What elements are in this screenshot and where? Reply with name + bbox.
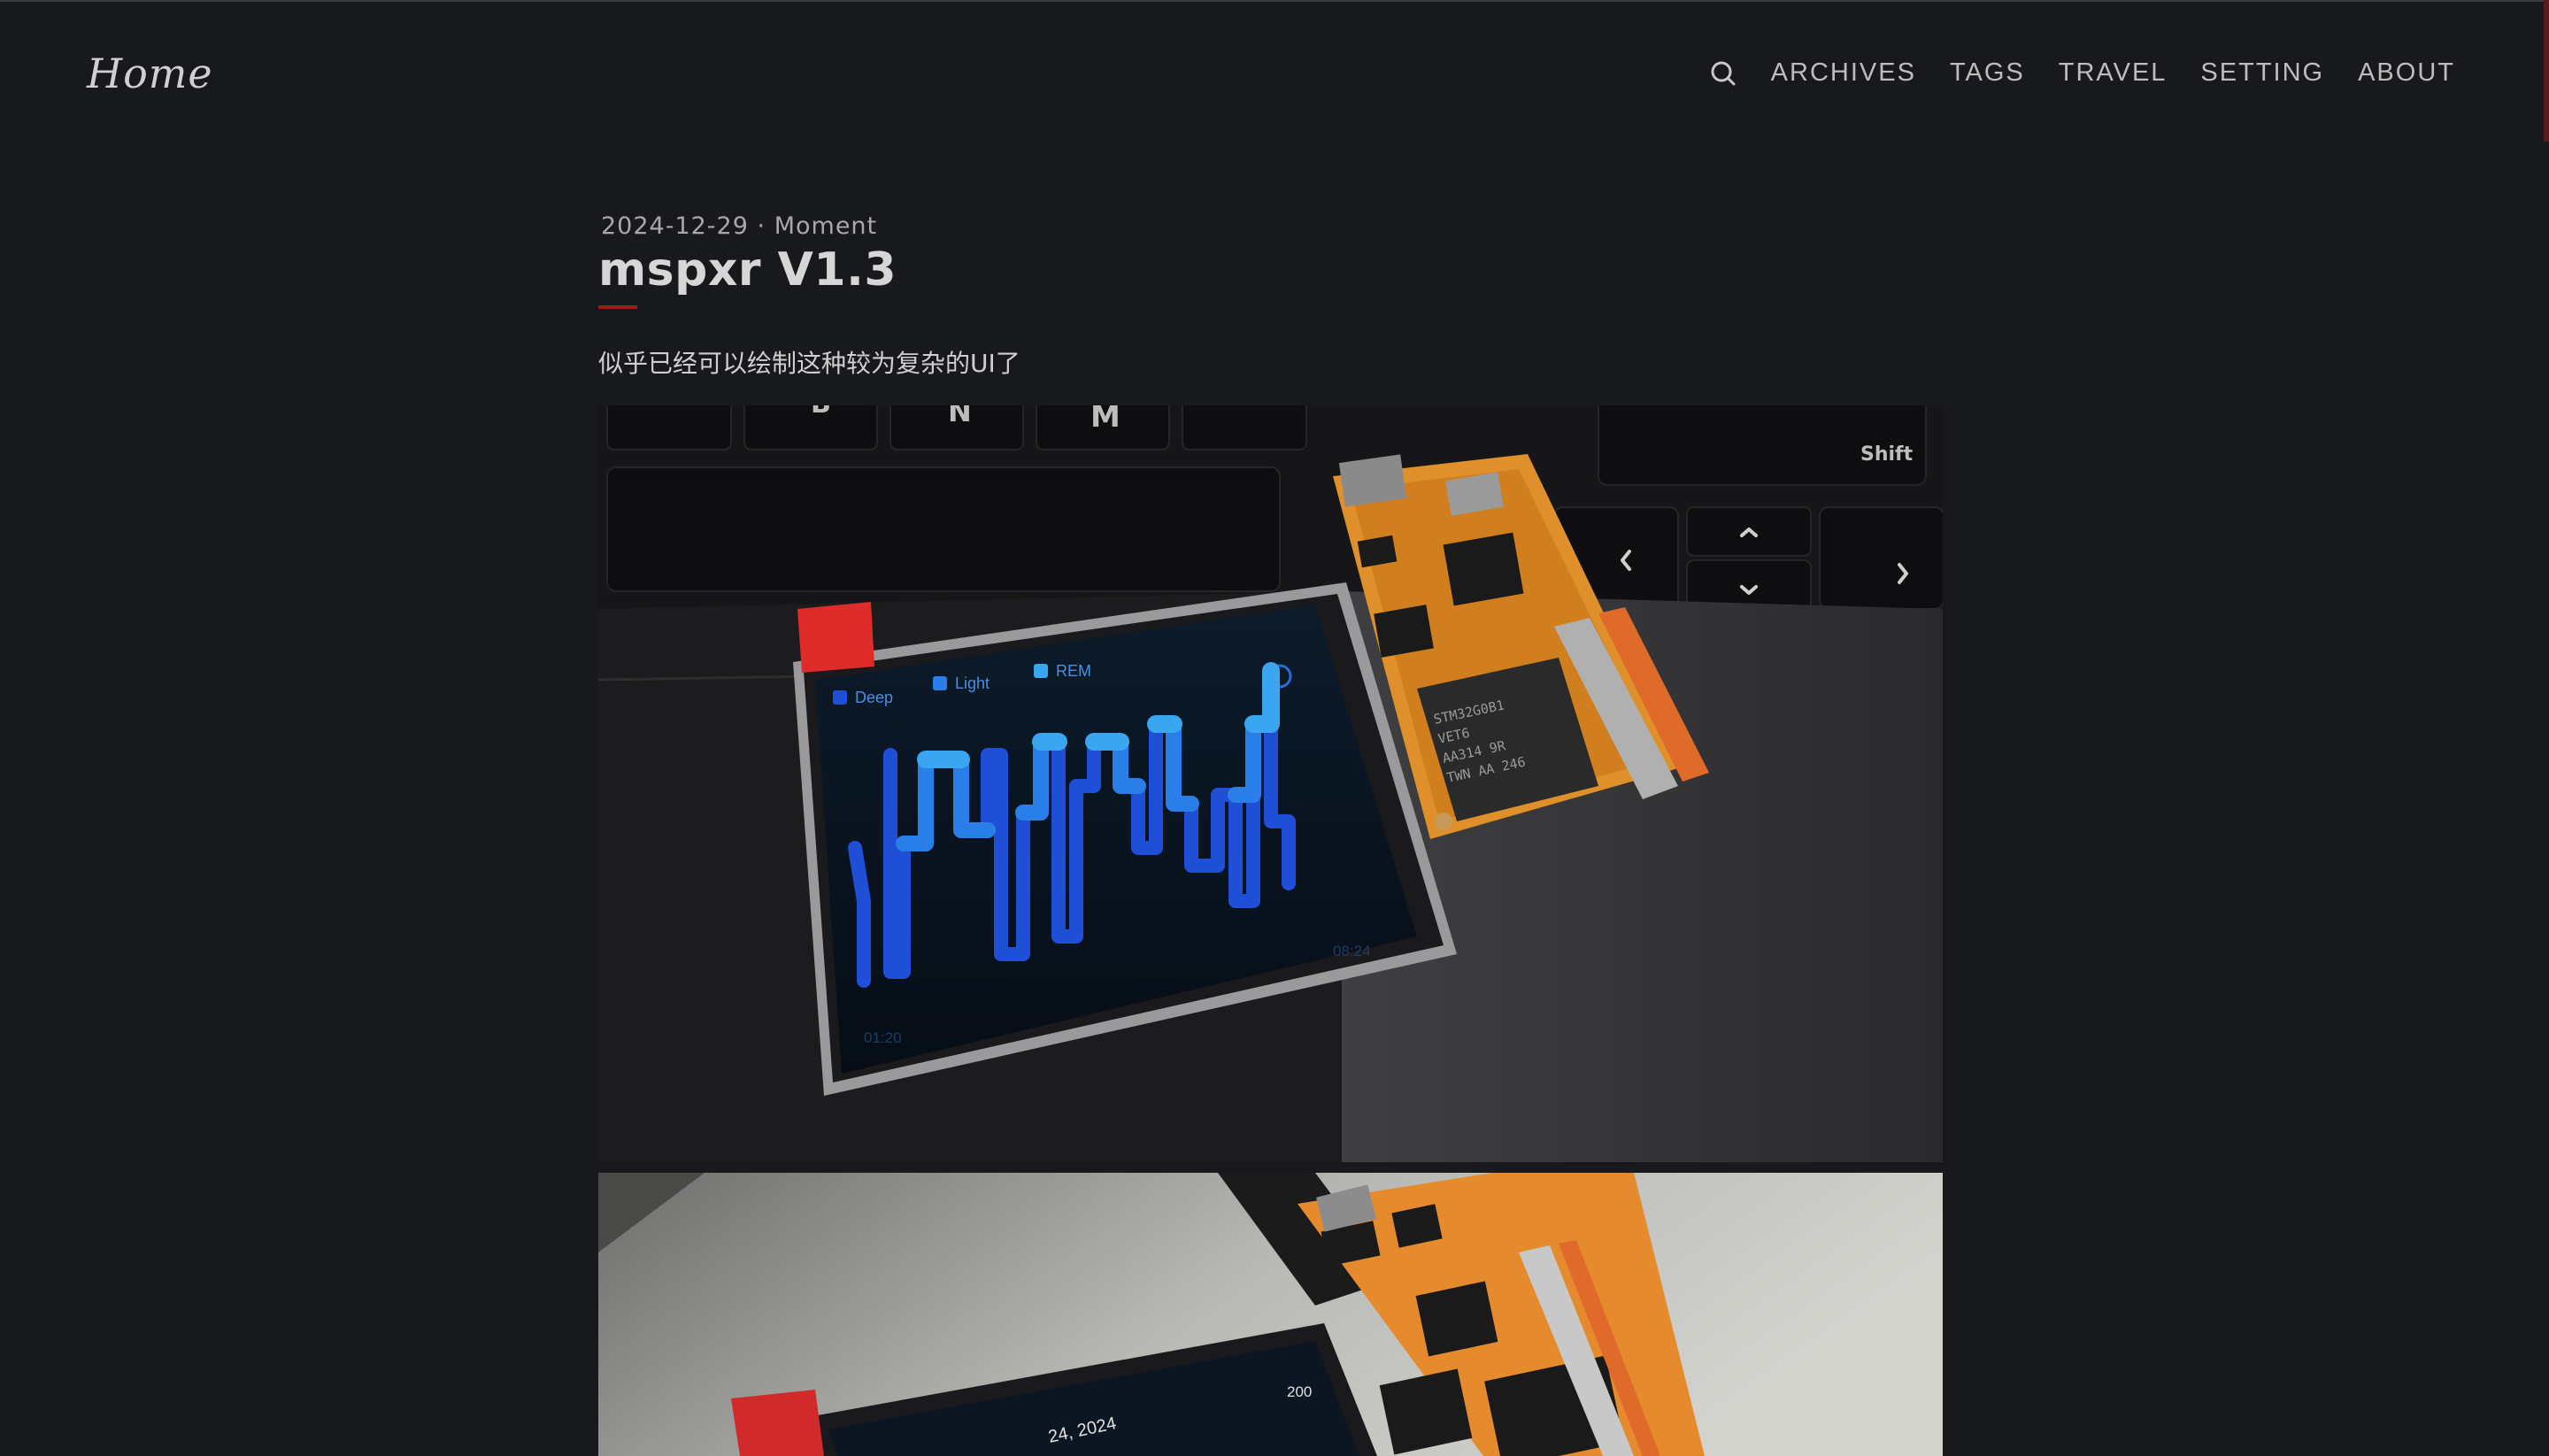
post-photo-1[interactable]: B N M Shift Deep Light REM [598, 405, 1943, 1162]
post-category[interactable]: Moment [774, 212, 877, 240]
nav-setting[interactable]: SETTING [2200, 58, 2324, 88]
search-icon[interactable] [1709, 59, 1737, 88]
chart-time-end: 08:24 [1333, 943, 1371, 959]
scroll-indicator[interactable] [2544, 0, 2549, 142]
top-border [0, 0, 2549, 2]
post-title[interactable]: mspxr V1.3 [598, 243, 1944, 297]
site-logo[interactable]: Home [87, 50, 213, 97]
key-m: M [1090, 405, 1120, 435]
post-meta: 2024-12-29 · Moment [601, 212, 1944, 240]
key-shift: Shift [1860, 443, 1914, 466]
nav-tags[interactable]: TAGS [1950, 58, 2025, 88]
nav-travel[interactable]: TRAVEL [2059, 58, 2168, 88]
legend-rem: REM [1056, 662, 1091, 680]
legend-light: Light [955, 674, 990, 692]
post-excerpt: 似乎已经可以绘制这种较为复杂的UI了 [598, 349, 1020, 378]
nav-about[interactable]: ABOUT [2358, 58, 2455, 88]
photo-1-image: B N M Shift Deep Light REM [598, 405, 1943, 1162]
legend-deep: Deep [855, 689, 893, 706]
chart-time-start: 01:20 [864, 1029, 902, 1046]
post: 2024-12-29 · Moment mspxr V1.3 似乎已经可以绘制这… [598, 212, 1944, 380]
key-b: B [811, 405, 831, 420]
meta-separator: · [757, 212, 766, 240]
title-underline [598, 305, 637, 309]
screen-value: 200 [1287, 1383, 1312, 1400]
post-date: 2024-12-29 [601, 212, 749, 240]
key-n: N [948, 405, 972, 428]
nav-archives[interactable]: ARCHIVES [1771, 58, 1916, 88]
main-nav: ARCHIVES TAGS TRAVEL SETTING ABOUT [1709, 58, 2455, 88]
post-photo-2[interactable]: 24, 2024 200 [598, 1173, 1943, 1456]
photo-2-image: 24, 2024 200 [598, 1173, 1943, 1456]
